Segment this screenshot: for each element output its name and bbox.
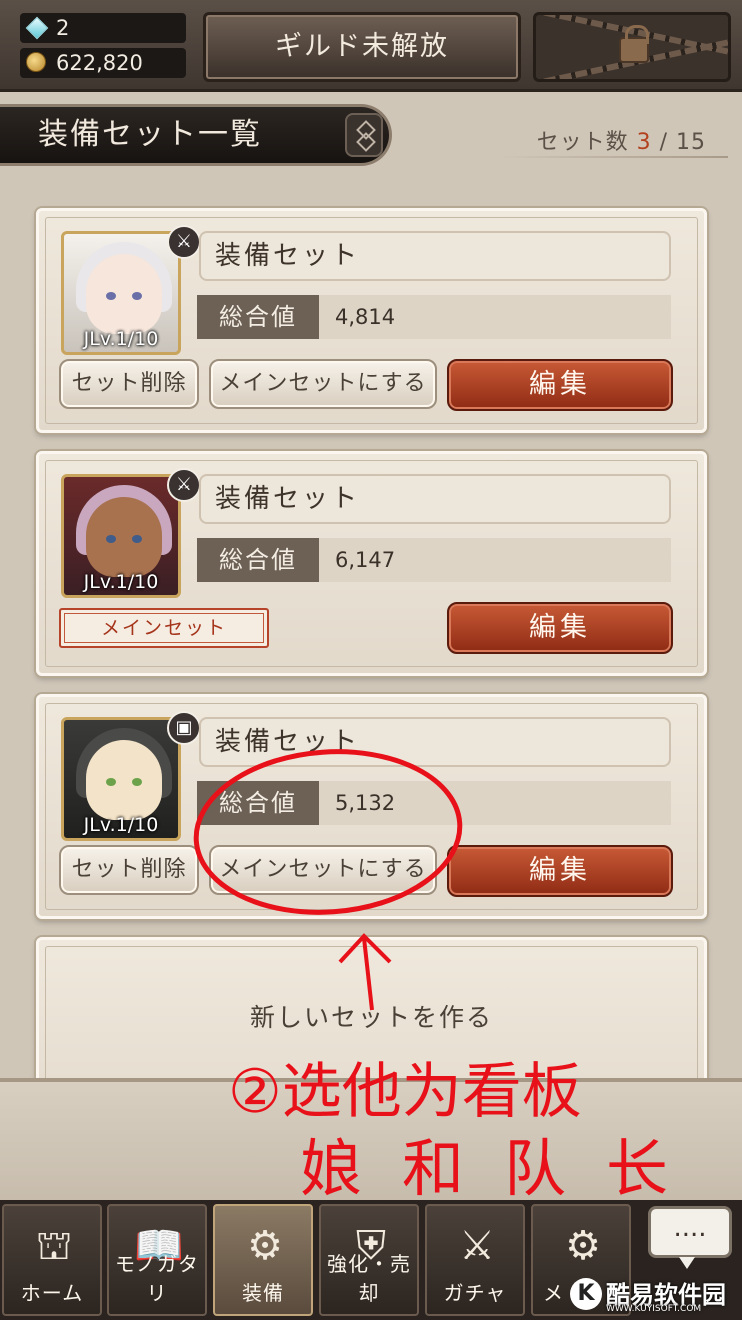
gem-counter: 2 — [20, 13, 186, 43]
tab-equipment[interactable]: ⚙ 装備 — [213, 1204, 313, 1316]
guild-button[interactable]: ギルド未解放 — [203, 12, 521, 82]
top-status-bar: 2 622,820 ギルド未解放 — [0, 0, 742, 92]
padlock-icon — [619, 25, 649, 63]
page-title: 装備セット一覧 — [38, 117, 262, 152]
delete-set-button[interactable]: セット削除 — [59, 359, 199, 409]
sword-icon: ⚔ — [167, 225, 201, 259]
set-count-current: 3 — [636, 130, 652, 155]
sword-icon: ⚔ — [167, 468, 201, 502]
tab-label: 強化・売却 — [327, 1252, 411, 1305]
total-label: 総合値 — [197, 538, 319, 582]
edit-button[interactable]: 編集 — [447, 359, 673, 411]
tab-label: ホーム — [20, 1281, 84, 1305]
tab-label: モノガタリ — [115, 1252, 199, 1305]
castle-icon: ⛫ — [35, 1223, 73, 1269]
total-value: 6,147 — [319, 538, 671, 582]
set-count: セット数 3 / 15 — [537, 124, 706, 156]
set-count-separator: / — [659, 130, 668, 155]
job-level: JLv.1/10 — [83, 814, 159, 836]
character-portrait[interactable]: JLv.1/10 — [61, 231, 181, 355]
job-level: JLv.1/10 — [83, 571, 159, 593]
bottom-panel — [0, 1078, 742, 1202]
edit-button[interactable]: 編集 — [447, 602, 673, 654]
tome-icon: ▣ — [167, 711, 201, 745]
total-label: 総合値 — [197, 781, 319, 825]
sort-icon[interactable] — [345, 113, 383, 157]
divider — [500, 156, 728, 158]
tab-story[interactable]: 📖 モノガタリ — [107, 1204, 207, 1316]
watermark: K 酷易软件园 WWW.KUYISOFT.COM — [570, 1270, 742, 1320]
equipment-set-card: JLv.1/10 ⚔ 装備セット 総合値 6,147 メインセット 編集 — [36, 451, 707, 676]
make-main-set-button[interactable]: メインセットにする — [209, 359, 437, 409]
make-main-set-button[interactable]: メインセットにする — [209, 845, 437, 895]
create-new-set-label: 新しいセットを作る — [249, 1003, 493, 1032]
delete-set-button[interactable]: セット削除 — [59, 845, 199, 895]
edit-button[interactable]: 編集 — [447, 845, 673, 897]
tab-gacha[interactable]: ⚔ ガチャ — [425, 1204, 525, 1316]
coin-icon — [26, 52, 48, 74]
watermark-logo: K — [570, 1278, 602, 1310]
gold-count: 622,820 — [56, 51, 143, 75]
crossed-swords-icon: ⚔ — [459, 1223, 495, 1269]
locked-feature-button[interactable] — [533, 12, 731, 82]
gem-icon — [25, 16, 49, 40]
total-label: 総合値 — [197, 295, 319, 339]
page-title-plate: 装備セット一覧 — [0, 104, 392, 166]
tab-home[interactable]: ⛫ ホーム — [2, 1204, 102, 1316]
set-count-max: 15 — [676, 130, 706, 155]
equipment-icon: ⚙ — [247, 1223, 283, 1269]
character-portrait[interactable]: JLv.1/10 — [61, 474, 181, 598]
job-level: JLv.1/10 — [83, 328, 159, 350]
tab-enhance-sell[interactable]: ⛨ 強化・売却 — [319, 1204, 419, 1316]
character-portrait[interactable]: JLv.1/10 — [61, 717, 181, 841]
tab-label: ガチャ — [443, 1281, 507, 1305]
set-name: 装備セット — [199, 231, 671, 281]
set-count-label: セット数 — [536, 130, 629, 155]
gem-count: 2 — [56, 16, 70, 40]
set-name: 装備セット — [199, 717, 671, 767]
equipment-set-card: JLv.1/10 ⚔ 装備セット 総合値 4,814 セット削除 メインセットに… — [36, 208, 707, 433]
gears-icon: ⚙ — [565, 1223, 601, 1269]
main-set-badge: メインセット — [59, 608, 269, 648]
gold-counter: 622,820 — [20, 48, 186, 78]
watermark-url: WWW.KUYISOFT.COM — [606, 1304, 702, 1314]
chat-button[interactable]: .... — [648, 1206, 732, 1269]
total-value: 5,132 — [319, 781, 671, 825]
set-name: 装備セット — [199, 474, 671, 524]
equipment-set-card: JLv.1/10 ▣ 装備セット 総合値 5,132 セット削除 メインセットに… — [36, 694, 707, 919]
total-value: 4,814 — [319, 295, 671, 339]
tab-label: 装備 — [242, 1281, 284, 1305]
